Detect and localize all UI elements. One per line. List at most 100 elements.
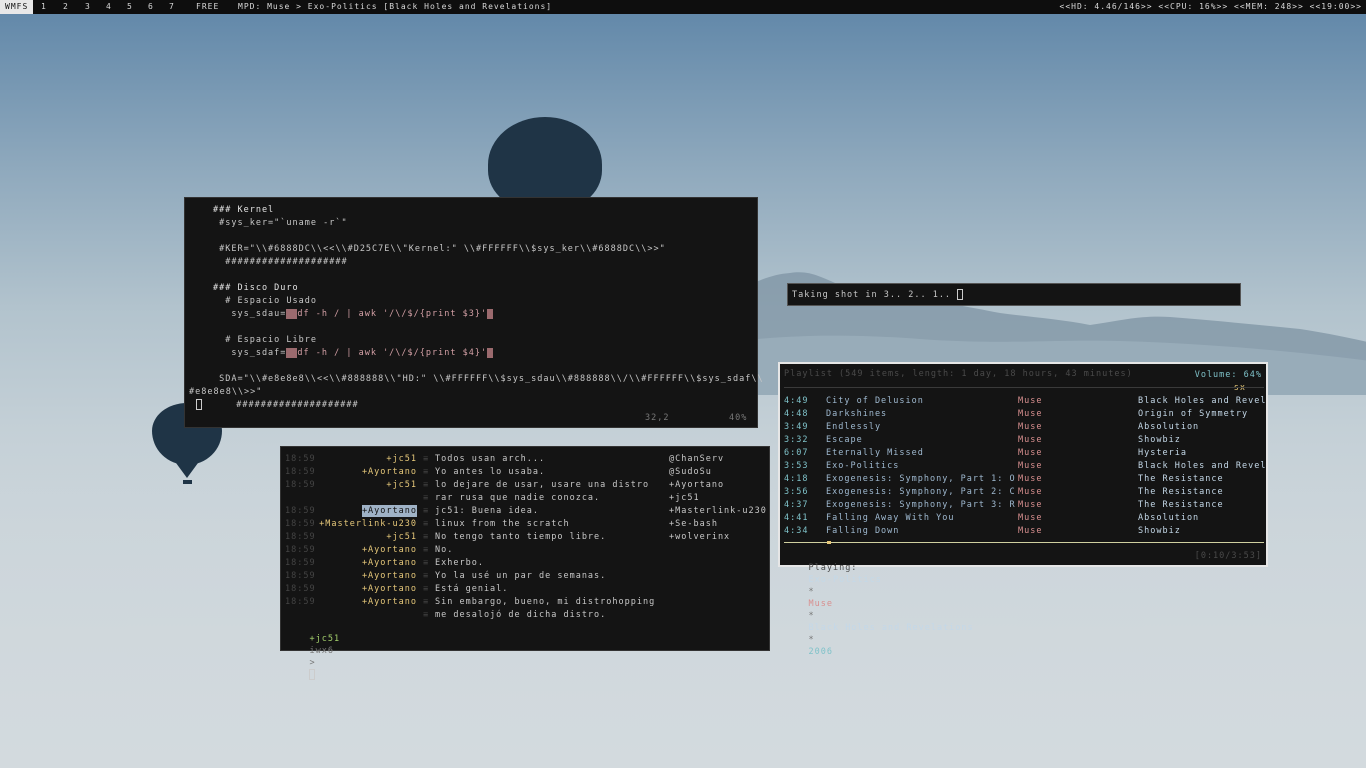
playlist-album: Showbiz (1138, 526, 1181, 536)
playlist-len: 4:18 (784, 474, 809, 484)
message-text: linux from the scratch (435, 519, 570, 529)
user-list-item[interactable]: +jc51 (669, 492, 700, 504)
message-text: me desalojó de dicha distro. (435, 610, 607, 620)
irc-client-window[interactable]: 18:59 +jc51 ≡ Todos usan arch... 18:59 +Ayort… (280, 446, 770, 680)
now-playing-separator: * (808, 587, 815, 597)
message-separator: ≡ (423, 545, 430, 555)
playlist-title: Eternally Missed (826, 448, 924, 458)
playlist-album: The Resistance (1138, 487, 1224, 497)
wm-name-tag[interactable]: WMFS (0, 0, 34, 14)
workspace-4[interactable]: 4 (106, 0, 112, 14)
playlist-album: Absolution (1138, 513, 1200, 523)
text-cursor (957, 289, 964, 300)
playlist-artist: Muse (1018, 461, 1043, 471)
mpd-status: MPD: Muse > Exo-Politics [Black Holes an… (238, 2, 553, 11)
playlist-title: Darkshines (826, 409, 888, 419)
playlist-len: 3:49 (784, 422, 809, 432)
playlist-artist: Muse (1018, 422, 1043, 432)
backtick-highlight (487, 347, 494, 358)
editor-terminal[interactable]: ### Kernel #sys_ker="`uname -r`" #KER="\… (184, 197, 763, 428)
editor-line: # Espacio Usado (213, 296, 317, 306)
message-nick[interactable]: +Ayortano (362, 544, 417, 556)
message-text: rar rusa que nadie conozca. (435, 493, 601, 503)
message-nick[interactable]: +Ayortano (362, 583, 417, 595)
playlist-album: The Resistance (1138, 474, 1224, 484)
user-list-item[interactable]: @ChanServ (669, 453, 724, 465)
editor-line: #################### (224, 400, 359, 410)
playlist-artist: Muse (1018, 526, 1043, 536)
volume-indicator[interactable]: Volume: 64% (1195, 369, 1262, 381)
playlist-len: 4:49 (784, 396, 809, 406)
status-bar: WMFS 1 2 3 4 5 6 7 FREE MPD: Muse > Exo-… (0, 0, 1366, 14)
workspace-1[interactable]: 1 (41, 0, 47, 14)
message-nick[interactable]: +Ayortano (362, 570, 417, 582)
user-list-item[interactable]: +Ayortano (669, 479, 724, 491)
workspace-6[interactable]: 6 (148, 0, 154, 14)
message-nick[interactable]: +Ayortano (362, 557, 417, 569)
message-separator: ≡ (423, 584, 430, 594)
user-list-item[interactable]: +Se-bash (669, 518, 718, 530)
playlist-album: Black Holes and Revel (1138, 461, 1267, 471)
message-text: Sin embargo, bueno, mi distrohopping (435, 597, 656, 607)
mode-flags: sx (1233, 383, 1246, 393)
message-nick[interactable]: +Masterlink-u230 (319, 518, 417, 530)
message-separator: ≡ (423, 558, 430, 568)
message-separator: ≡ (423, 571, 430, 581)
message-nick[interactable]: +jc51 (386, 479, 417, 491)
balloon-tip (168, 452, 206, 478)
input-separator: > (309, 658, 316, 668)
playlist-artist: Muse (1018, 396, 1043, 406)
workspace-2[interactable]: 2 (63, 0, 69, 14)
workspace-3[interactable]: 3 (85, 0, 91, 14)
progress-track[interactable] (784, 542, 1264, 543)
backtick-highlight (286, 347, 298, 358)
music-player-window[interactable]: Playlist (549 items, length: 1 day, 18 h… (778, 362, 1268, 657)
now-playing-separator: * (808, 611, 815, 621)
editor-line: #KER="\\#6888DC\\<<\\#D25C7E\\"Kernel:" … (213, 244, 666, 254)
message-text: No. (435, 545, 454, 555)
now-playing-title: Exo-Politics (808, 575, 882, 585)
text-cursor (196, 399, 202, 410)
editor-var: sys_sdaf= (213, 348, 287, 358)
user-list-item[interactable]: +wolverinx (669, 531, 730, 543)
user-list-item[interactable]: @SudoSu (669, 466, 712, 478)
editor-line: #################### (213, 257, 348, 267)
editor-line: # Espacio Libre (213, 335, 317, 345)
playlist-artist: Muse (1018, 474, 1043, 484)
message-nick[interactable]: +Ayortano (361, 505, 417, 517)
countdown-line: Taking shot in 3.. 2.. 1.. (792, 289, 964, 301)
backtick-highlight (487, 308, 494, 319)
message-separator: ≡ (423, 454, 430, 464)
message-nick[interactable]: +Ayortano (362, 466, 417, 478)
playlist-len: 4:34 (784, 526, 809, 536)
message-time: 18:59 (285, 584, 316, 594)
now-playing-year: 2006 (808, 647, 833, 657)
message-text: Yo antes lo usaba. (435, 467, 546, 477)
mem-monitor: <<MEM: 248>> (1234, 2, 1304, 11)
message-nick[interactable]: +jc51 (386, 531, 417, 543)
progress-knob[interactable] (827, 541, 832, 544)
workspace-7[interactable]: 7 (169, 0, 175, 14)
clock: <<19:00>> (1309, 2, 1362, 11)
message-separator: ≡ (423, 480, 430, 490)
message-nick[interactable]: +jc51 (386, 453, 417, 465)
message-text: Está genial. (435, 584, 509, 594)
user-list-item[interactable]: +Masterlink-u230 (669, 505, 767, 517)
playlist-artist: Muse (1018, 500, 1043, 510)
scroll-percent: 40% (729, 413, 748, 423)
message-nick[interactable]: +Ayortano (362, 596, 417, 608)
playlist-title: Falling Away With You (826, 513, 955, 523)
playlist-title: Escape (826, 435, 863, 445)
playlist-artist: Muse (1018, 448, 1043, 458)
workspace-5[interactable]: 5 (127, 0, 133, 14)
playlist-title: Exogenesis: Symphony, Part 1: O (826, 474, 1016, 484)
layout-indicator[interactable]: FREE (196, 0, 219, 14)
message-separator: ≡ (423, 493, 430, 503)
irc-input-line[interactable]: +jc51 iwx6 > (285, 621, 340, 680)
editor-line: SDA="\\#e8e8e8\\<<\\#888888\\"HD:" \\#FF… (213, 374, 764, 384)
playlist-title: Exo-Politics (826, 461, 900, 471)
now-playing-line: Playing: Exo-Politics * Muse * Black Hol… (784, 550, 974, 657)
playlist-len: 4:48 (784, 409, 809, 419)
message-time: 18:59 (285, 519, 316, 529)
input-nick: +jc51 (309, 634, 341, 644)
